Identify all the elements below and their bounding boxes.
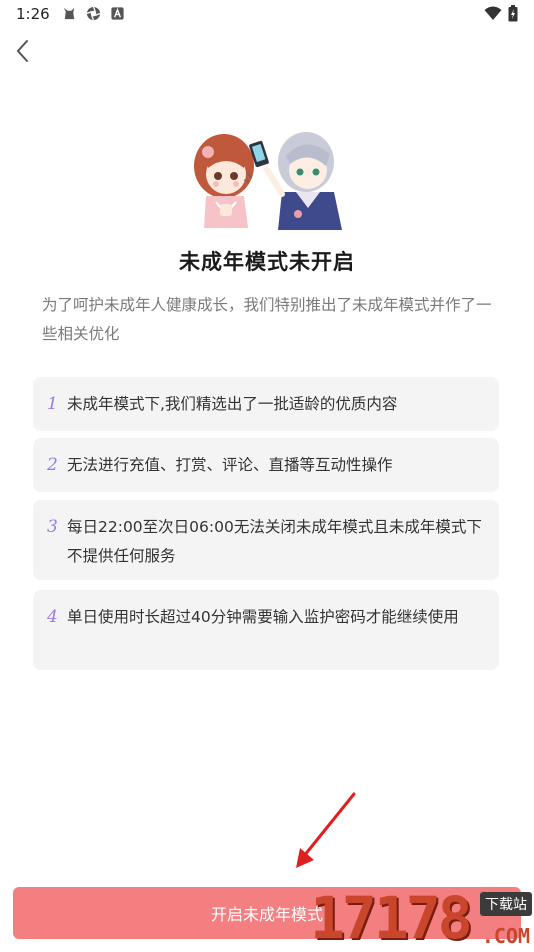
enable-minor-mode-label: 开启未成年模式	[210, 905, 323, 924]
annotation-arrow-icon	[296, 792, 356, 868]
item-number: 1	[47, 394, 58, 414]
info-item: 2 无法进行充值、打赏、评论、直播等互动性操作	[33, 438, 499, 492]
watermark-logo: 17178 下载站 .COM	[310, 884, 534, 950]
item-number: 4	[47, 607, 58, 627]
watermark-main: 17178	[310, 884, 473, 952]
a-box-icon	[111, 7, 124, 20]
watermark-suffix: .COM	[481, 924, 530, 948]
status-right-icons	[484, 5, 518, 22]
item-text: 无法进行充值、打赏、评论、直播等互动性操作	[67, 456, 393, 474]
wifi-icon	[484, 6, 502, 20]
page-description: 为了呵护未成年人健康成长，我们特别推出了未成年模式并作了一些相关优化	[42, 296, 492, 343]
battery-icon	[508, 5, 518, 22]
item-text: 未成年模式下,我们精选出了一批适龄的优质内容	[67, 395, 398, 413]
back-button[interactable]	[12, 38, 36, 64]
anime-characters-illustration	[194, 132, 342, 230]
page-title: 未成年模式未开启	[179, 250, 355, 274]
status-time: 1:26	[16, 5, 50, 23]
watermark-tag: 下载站	[480, 892, 532, 916]
chevron-left-icon	[16, 40, 28, 62]
item-text: 每日22:00至次日06:00无法关闭未成年模式且未成年模式下不提供任何服务	[67, 518, 482, 565]
cat-notification-icon	[63, 7, 75, 20]
info-item: 1 未成年模式下,我们精选出了一批适龄的优质内容	[33, 377, 499, 431]
item-number: 3	[47, 517, 58, 537]
aperture-icon	[86, 6, 101, 21]
status-left-icons	[62, 6, 125, 21]
item-number: 2	[47, 455, 58, 475]
info-item: 3 每日22:00至次日06:00无法关闭未成年模式且未成年模式下不提供任何服务	[33, 500, 499, 580]
info-item: 4 单日使用时长超过40分钟需要输入监护密码才能继续使用	[33, 590, 499, 670]
item-text: 单日使用时长超过40分钟需要输入监护密码才能继续使用	[67, 608, 459, 626]
status-bar: 1:26	[0, 0, 534, 28]
